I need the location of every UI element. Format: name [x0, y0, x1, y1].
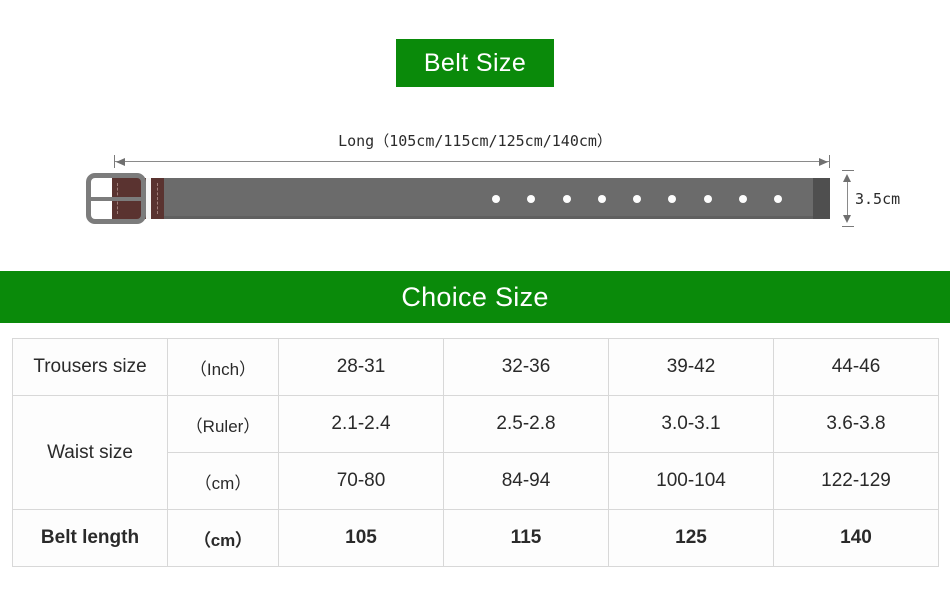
- arrowhead-right-icon: [819, 157, 828, 166]
- cell-belt-length-3: 125: [608, 509, 774, 567]
- choice-size-title-banner: Choice Size: [0, 271, 950, 323]
- stitch-line: [157, 183, 159, 214]
- belt-hole: [774, 194, 782, 203]
- dimension-endcap-bottom: [842, 226, 854, 227]
- cell-waist-ruler-3: 3.0-3.1: [608, 395, 774, 453]
- arrowhead-up-icon: [843, 174, 851, 182]
- cell-trousers-size-2: 32-36: [443, 338, 609, 396]
- cell-waist-ruler-2: 2.5-2.8: [443, 395, 609, 453]
- cell-trousers-size-4: 44-46: [773, 338, 939, 396]
- size-chart-table: Trousers size （Inch） 28-31 32-36 39-42 4…: [12, 338, 939, 567]
- row-unit-cm-waist: （cm）: [167, 452, 279, 510]
- cell-waist-cm-4: 122-129: [773, 452, 939, 510]
- belt-tip-end: [813, 178, 830, 219]
- row-label-waist-size: Waist size: [12, 395, 168, 510]
- cell-belt-length-4: 140: [773, 509, 939, 567]
- buckle-prong-bar: [91, 196, 141, 201]
- cell-waist-cm-1: 70-80: [278, 452, 444, 510]
- belt-hole: [703, 194, 712, 203]
- arrowhead-down-icon: [843, 215, 851, 223]
- belt-length-caption: Long（105cm/115cm/125cm/140cm）: [338, 132, 612, 150]
- cell-waist-ruler-1: 2.1-2.4: [278, 395, 444, 453]
- row-label-trousers-size: Trousers size: [12, 338, 168, 396]
- belt-hole: [492, 194, 500, 203]
- dimension-line: [114, 161, 830, 162]
- belt-holes-group: [492, 178, 782, 219]
- cell-waist-cm-2: 84-94: [443, 452, 609, 510]
- belt-length-dimension-arrow: [114, 155, 830, 169]
- belt-size-title-banner: Belt Size: [396, 39, 554, 87]
- arrowhead-left-icon: [116, 157, 125, 166]
- cell-belt-length-1: 105: [278, 509, 444, 567]
- cell-waist-cm-3: 100-104: [608, 452, 774, 510]
- belt-keeper-gap: [146, 178, 151, 219]
- belt-diagram: Long（105cm/115cm/125cm/140cm） 3.5cm: [0, 110, 950, 260]
- dimension-endcap-left: [114, 155, 115, 168]
- row-unit-inch: （Inch）: [167, 338, 279, 396]
- belt-hole: [738, 194, 747, 203]
- cell-trousers-size-1: 28-31: [278, 338, 444, 396]
- belt-width-dimension-arrow: [841, 170, 855, 227]
- belt-hole: [668, 194, 677, 203]
- belt-hole: [597, 194, 606, 203]
- cell-waist-ruler-4: 3.6-3.8: [773, 395, 939, 453]
- choice-size-title-label: Choice Size: [401, 281, 549, 312]
- cell-belt-length-2: 115: [443, 509, 609, 567]
- table-row: Belt length （cm） 105 115 125 140: [12, 509, 939, 567]
- dimension-endcap-top: [842, 170, 854, 171]
- belt-strap: [131, 178, 830, 219]
- belt-hole: [633, 194, 641, 203]
- belt-hole: [562, 194, 571, 203]
- table-row: Trousers size （Inch） 28-31 32-36 39-42 4…: [12, 338, 939, 396]
- belt-size-title-label: Belt Size: [423, 48, 527, 77]
- row-label-belt-length: Belt length: [12, 509, 168, 567]
- table-row: Waist size （Ruler） 2.1-2.4 2.5-2.8 3.0-3…: [12, 395, 939, 510]
- belt-hole: [527, 194, 536, 203]
- belt-buckle: [86, 173, 146, 224]
- cell-trousers-size-3: 39-42: [608, 338, 774, 396]
- dimension-endcap-right: [829, 155, 830, 168]
- row-unit-ruler: （Ruler）: [167, 395, 279, 453]
- belt-width-label: 3.5cm: [855, 190, 901, 208]
- row-unit-cm-belt: （cm）: [167, 509, 279, 567]
